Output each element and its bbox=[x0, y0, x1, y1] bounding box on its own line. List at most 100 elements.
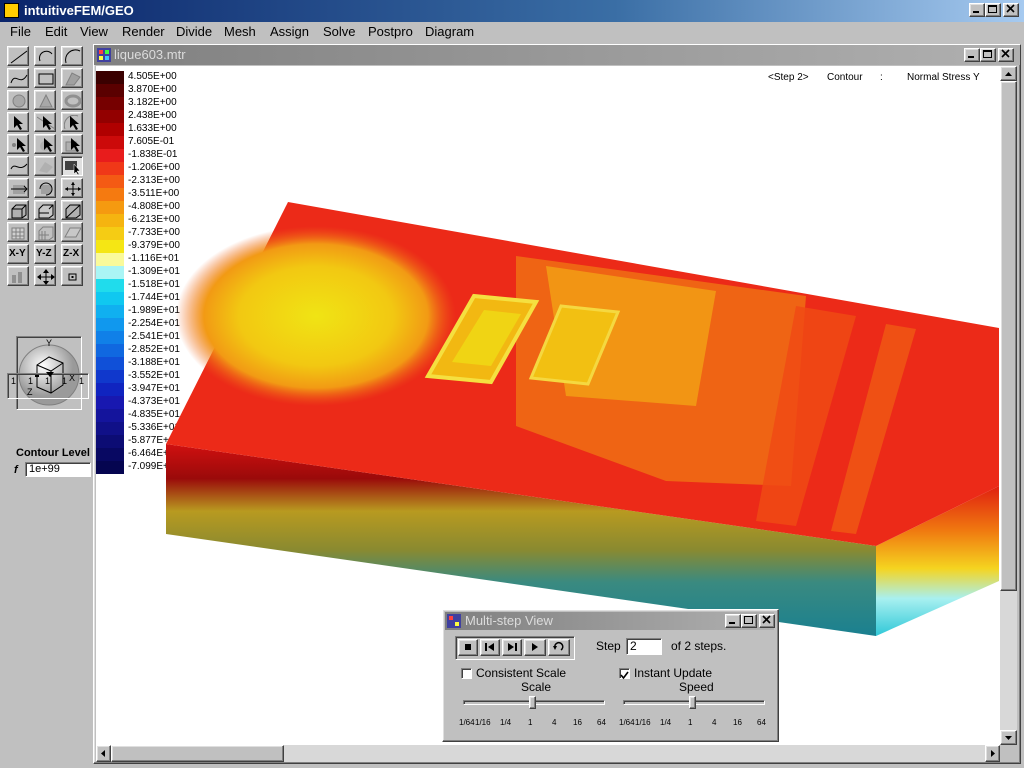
select-node-tool[interactable] bbox=[7, 134, 29, 154]
scale-tick-label: 1/64 bbox=[459, 718, 475, 727]
arc-tool[interactable] bbox=[34, 46, 56, 66]
instant-update-label: Instant Update bbox=[634, 666, 713, 680]
contour-select-icon bbox=[65, 161, 81, 175]
patch-tool[interactable] bbox=[34, 156, 56, 176]
step-input[interactable]: 2 bbox=[626, 638, 662, 655]
view-zx-label: Z-X bbox=[63, 248, 80, 259]
box-cut-tool[interactable] bbox=[61, 200, 83, 220]
view-zx-button[interactable]: Z-X bbox=[61, 244, 83, 264]
menu-file[interactable]: File bbox=[10, 24, 31, 39]
view-xy-button[interactable]: X-Y bbox=[7, 244, 29, 264]
app-title: intuitiveFEM/GEO bbox=[24, 3, 134, 18]
minimize-button[interactable] bbox=[969, 3, 985, 17]
ms-close-button[interactable] bbox=[759, 614, 775, 628]
close-button[interactable] bbox=[1003, 3, 1019, 17]
line-tool[interactable] bbox=[7, 46, 29, 66]
spline-icon bbox=[10, 74, 28, 84]
scroll-up-button[interactable] bbox=[1000, 66, 1017, 81]
step-gauge[interactable]: 1 1 1 1 1 bbox=[7, 372, 89, 399]
curve-tool[interactable] bbox=[7, 156, 29, 176]
step-forward-button[interactable] bbox=[502, 639, 522, 656]
box-split-tool[interactable] bbox=[34, 200, 56, 220]
view-yz-button[interactable]: Y-Z bbox=[34, 244, 56, 264]
maximize-button[interactable] bbox=[985, 3, 1001, 17]
gauge-tick: 1 bbox=[28, 376, 34, 386]
scale-slider[interactable]: 1/64 1/16 1/4 1 4 16 64 bbox=[459, 696, 607, 730]
contour-select-tool[interactable] bbox=[61, 156, 83, 176]
minimize-icon bbox=[968, 56, 974, 58]
multistep-titlebar[interactable]: Multi-step View bbox=[445, 612, 775, 630]
speed-slider[interactable]: 1/64 1/16 1/4 1 4 16 64 bbox=[619, 696, 767, 730]
speed-tick-label: 1/64 bbox=[619, 718, 635, 727]
instant-update-checkbox[interactable] bbox=[619, 668, 630, 680]
torus-icon bbox=[64, 94, 82, 108]
select-box-tool[interactable] bbox=[61, 134, 83, 154]
cone-icon bbox=[39, 93, 53, 108]
vertical-scroll-thumb[interactable] bbox=[1000, 81, 1017, 591]
point-tool[interactable] bbox=[61, 266, 83, 286]
scroll-left-button[interactable] bbox=[96, 745, 111, 762]
menu-mesh[interactable]: Mesh bbox=[224, 24, 256, 39]
arrow-line-icon bbox=[37, 116, 55, 130]
play-button[interactable] bbox=[524, 639, 546, 656]
document-titlebar[interactable]: lique603.mtr bbox=[94, 45, 1020, 65]
scroll-right-button[interactable] bbox=[985, 745, 1000, 762]
speed-slider-thumb[interactable] bbox=[689, 696, 696, 709]
contour-level-input[interactable]: 1e+99 bbox=[25, 462, 91, 477]
doc-close-button[interactable] bbox=[998, 48, 1014, 62]
step-forward-icon bbox=[508, 643, 517, 651]
menu-postpro[interactable]: Postpro bbox=[368, 24, 413, 39]
doc-maximize-button[interactable] bbox=[980, 48, 996, 62]
horizontal-scroll-thumb[interactable] bbox=[111, 745, 284, 762]
menu-edit[interactable]: Edit bbox=[45, 24, 67, 39]
stop-icon bbox=[465, 644, 471, 650]
vertical-scrollbar[interactable] bbox=[1000, 66, 1017, 745]
arc3-tool[interactable] bbox=[61, 46, 83, 66]
grid-mesh-icon bbox=[11, 227, 25, 240]
grid-mesh-tool[interactable] bbox=[7, 222, 29, 242]
speed-tick-label: 4 bbox=[712, 718, 717, 727]
ms-minimize-button[interactable] bbox=[725, 614, 741, 628]
horizontal-scrollbar[interactable] bbox=[96, 745, 1000, 762]
loop-button[interactable] bbox=[548, 639, 570, 656]
solid-mesh-tool[interactable] bbox=[34, 222, 56, 242]
loop-icon bbox=[553, 641, 564, 651]
menu-render[interactable]: Render bbox=[122, 24, 165, 39]
gauge-marker-icon bbox=[46, 372, 54, 377]
scroll-down-button[interactable] bbox=[1000, 730, 1017, 745]
scale-slider-thumb[interactable] bbox=[529, 696, 536, 709]
consistent-scale-checkbox[interactable] bbox=[461, 668, 472, 679]
select-point-tool[interactable] bbox=[7, 112, 29, 132]
sphere-tool[interactable] bbox=[7, 90, 29, 110]
rectangle-tool[interactable] bbox=[34, 68, 56, 88]
menu-view[interactable]: View bbox=[80, 24, 108, 39]
axis-y-label: Y bbox=[46, 338, 52, 348]
torus-tool[interactable] bbox=[61, 90, 83, 110]
move-tool[interactable] bbox=[7, 178, 29, 198]
ms-maximize-button[interactable] bbox=[741, 614, 757, 628]
menu-diagram[interactable]: Diagram bbox=[425, 24, 474, 39]
select-line-tool[interactable] bbox=[34, 112, 56, 132]
surface-mesh-tool[interactable] bbox=[61, 222, 83, 242]
step-back-button[interactable] bbox=[480, 639, 500, 656]
checkmark-icon bbox=[620, 671, 629, 680]
shade-tool[interactable] bbox=[7, 266, 29, 286]
box-mesh-tool[interactable] bbox=[7, 200, 29, 220]
speed-tick-label: 1 bbox=[688, 718, 693, 727]
doc-minimize-button[interactable] bbox=[964, 48, 980, 62]
menu-solve[interactable]: Solve bbox=[323, 24, 356, 39]
cone-tool[interactable] bbox=[34, 90, 56, 110]
menu-assign[interactable]: Assign bbox=[270, 24, 309, 39]
scale-tool[interactable] bbox=[61, 178, 83, 198]
surface-tool[interactable] bbox=[61, 68, 83, 88]
stop-button[interactable] bbox=[458, 639, 478, 656]
rotate-tool[interactable] bbox=[34, 178, 56, 198]
spline-tool[interactable] bbox=[7, 68, 29, 88]
shade-icon bbox=[12, 272, 22, 283]
select-sphere-tool[interactable] bbox=[34, 134, 56, 154]
pan-tool[interactable] bbox=[34, 266, 56, 286]
menu-divide[interactable]: Divide bbox=[176, 24, 212, 39]
select-arc-tool[interactable] bbox=[61, 112, 83, 132]
app-titlebar[interactable]: intuitiveFEM/GEO bbox=[0, 0, 1024, 22]
solid-mesh-icon bbox=[38, 226, 54, 241]
